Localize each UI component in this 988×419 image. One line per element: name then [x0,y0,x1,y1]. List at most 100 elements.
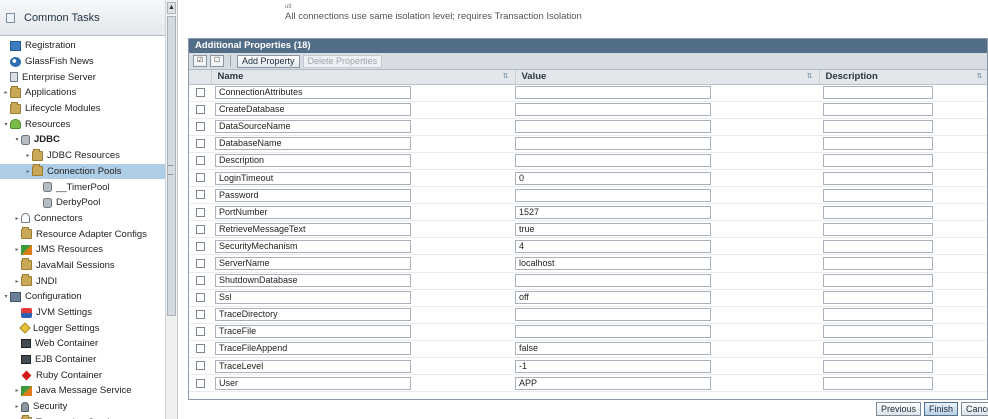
tree-item[interactable]: Enterprise Server [0,69,166,85]
property-description-field[interactable] [823,137,933,151]
tree-item[interactable]: ▾ Configuration [0,289,166,305]
property-description-field[interactable] [823,239,933,253]
tree-item-label[interactable]: JVM Settings [36,307,92,318]
property-description-field[interactable] [823,308,933,322]
property-name-field[interactable]: SecurityMechanism [215,239,411,253]
property-value-field[interactable] [515,103,711,117]
row-checkbox[interactable] [195,139,205,149]
tree-item-label[interactable]: Lifecycle Modules [25,103,101,114]
tree-item[interactable]: ▸ Connectors [0,211,166,227]
property-value-field[interactable] [515,154,711,168]
property-name-field[interactable]: Password [215,188,411,202]
row-checkbox[interactable] [195,293,205,303]
row-checkbox[interactable] [195,105,205,114]
tree-item-label[interactable]: Connection Pools [47,166,121,177]
tree-item[interactable]: Web Container [0,336,166,352]
tree-item-label[interactable]: GlassFish News [25,56,94,67]
expanded-arrow-icon[interactable]: ▾ [2,293,10,300]
tree-item-label[interactable]: JNDI [36,276,57,287]
tree-item[interactable]: __TimerPool [0,179,166,195]
collapsed-arrow-icon[interactable]: ▸ [24,152,32,159]
property-value-field[interactable]: 4 [515,239,711,253]
name-column-header[interactable]: Name ⇅ [211,70,516,85]
tree-item-label[interactable]: Connectors [34,213,83,224]
row-checkbox[interactable] [195,310,205,320]
tree-item[interactable]: ▾ Resources [0,116,166,132]
value-column-header[interactable]: Value ⇅ [515,70,820,85]
tree-item-label[interactable]: Resources [25,119,70,130]
property-value-field[interactable] [515,120,711,134]
tree-item-label[interactable]: Resource Adapter Configs [36,229,147,240]
common-tasks-header[interactable]: Common Tasks [0,0,177,36]
property-name-field[interactable]: PortNumber [215,205,411,219]
property-description-field[interactable] [823,188,933,202]
tree-item[interactable]: ▸ Java Message Service [0,383,166,399]
tree-item[interactable]: ▸ Applications [0,85,166,101]
property-name-field[interactable]: CreateDatabase [215,103,411,117]
property-description-field[interactable] [823,120,933,134]
tree-item-label[interactable]: JDBC [34,134,60,145]
expanded-arrow-icon[interactable]: ▾ [2,121,10,128]
tree-item[interactable]: ▸ JNDI [0,273,166,289]
tree-item-label[interactable]: Ruby Container [36,370,102,381]
tree-item[interactable]: ▸ JMS Resources [0,242,166,258]
property-value-field[interactable] [515,308,711,322]
property-description-field[interactable] [823,256,933,270]
tree-item-label[interactable]: Logger Settings [33,323,100,334]
common-tasks-title[interactable]: Common Tasks [24,12,100,24]
property-value-field[interactable]: 1527 [515,205,711,219]
property-description-field[interactable] [823,86,933,100]
property-name-field[interactable]: DataSourceName [215,120,411,134]
property-name-field[interactable]: TraceFileAppend [215,342,411,356]
collapsed-arrow-icon[interactable]: ▸ [13,246,21,253]
property-description-field[interactable] [823,103,933,117]
property-description-field[interactable] [823,359,933,373]
row-checkbox[interactable] [195,275,205,285]
property-value-field[interactable] [515,274,711,288]
tree-item-label[interactable]: Registration [25,40,76,51]
sort-icon[interactable]: ⇅ [807,72,813,80]
description-column-header[interactable]: Description ⇅ [819,70,987,85]
property-value-field[interactable] [515,137,711,151]
tree-item[interactable]: DerbyPool [0,195,166,211]
row-checkbox[interactable] [195,258,205,268]
property-description-field[interactable] [823,222,933,236]
tree-item[interactable]: JVM Settings [0,305,166,321]
property-value-field[interactable] [515,188,711,202]
property-value-field[interactable]: false [515,342,711,356]
row-checkbox[interactable] [195,173,205,183]
collapsed-arrow-icon[interactable]: ▸ [13,403,21,410]
property-name-field[interactable]: ShutdownDatabase [215,274,411,288]
tree-item[interactable]: Ruby Container [0,367,166,383]
property-name-field[interactable]: ServerName [215,256,411,270]
row-checkbox[interactable] [195,241,205,251]
tree-item[interactable]: GlassFish News [0,54,166,70]
collapsed-arrow-icon[interactable]: ▸ [13,215,21,222]
row-checkbox[interactable] [195,190,205,200]
tree-item-label[interactable]: Web Container [35,338,98,349]
tree-item-label[interactable]: Applications [25,87,76,98]
property-value-field[interactable]: true [515,222,711,236]
property-value-field[interactable]: 0 [515,171,711,185]
property-value-field[interactable]: -1 [515,359,711,373]
select-all-icon[interactable]: ☑ [193,55,207,67]
row-checkbox[interactable] [195,207,205,217]
tree-item[interactable]: JavaMail Sessions [0,258,166,274]
property-description-field[interactable] [823,291,933,305]
row-checkbox[interactable] [195,122,205,132]
property-name-field[interactable]: Ssl [215,291,411,305]
property-value-field[interactable] [515,86,711,100]
nav-scrollbar[interactable]: ▲ [165,0,177,419]
tree-item[interactable]: Registration [0,38,166,54]
tree-item[interactable]: Lifecycle Modules [0,101,166,117]
scroll-up-arrow-icon[interactable]: ▲ [167,2,176,14]
tree-item[interactable]: EJB Container [0,352,166,368]
tree-item[interactable]: Resource Adapter Configs [0,226,166,242]
tree-item[interactable]: ▸ Connection Pools [0,163,166,180]
collapsed-arrow-icon[interactable]: ▸ [2,89,10,96]
row-checkbox[interactable] [195,344,205,354]
property-name-field[interactable]: TraceFile [215,325,411,339]
collapsed-arrow-icon[interactable]: ▸ [13,387,21,394]
deselect-all-icon[interactable]: ☐ [210,55,224,67]
row-checkbox[interactable] [195,327,205,337]
